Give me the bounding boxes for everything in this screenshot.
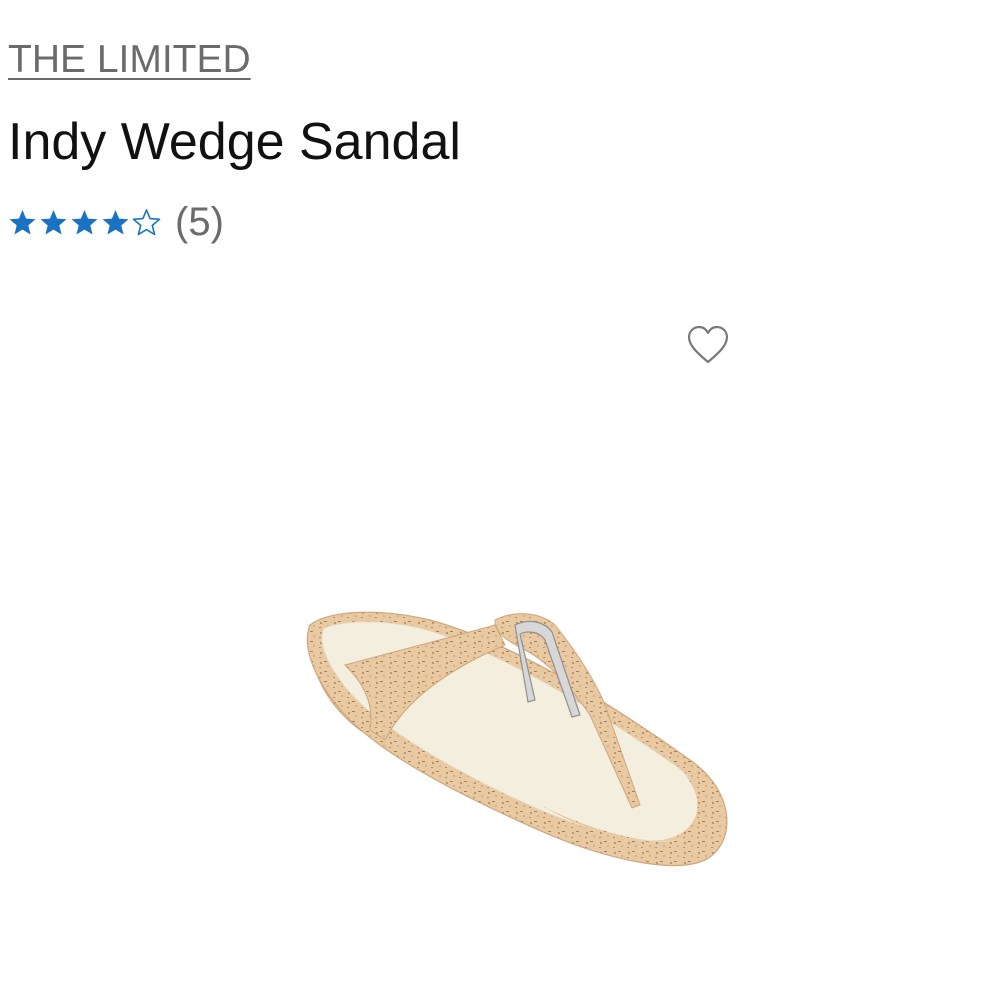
star-filled-icon [9, 210, 36, 235]
star-filled-icon [71, 210, 98, 235]
product-title: Indy Wedge Sandal [8, 113, 461, 171]
heart-outline-icon [687, 325, 729, 364]
star-filled-icon [40, 210, 67, 235]
favorite-button[interactable] [686, 324, 730, 366]
star-filled-icon [102, 210, 129, 235]
review-count: (5) [175, 200, 224, 244]
rating-stars [8, 208, 163, 237]
rating-summary[interactable]: (5) [8, 200, 224, 245]
product-page: THE LIMITED Indy Wedge Sandal (5) [0, 0, 1000, 1000]
product-image [306, 611, 728, 867]
brand-link[interactable]: THE LIMITED [8, 38, 251, 82]
star-outline-icon [132, 209, 161, 236]
